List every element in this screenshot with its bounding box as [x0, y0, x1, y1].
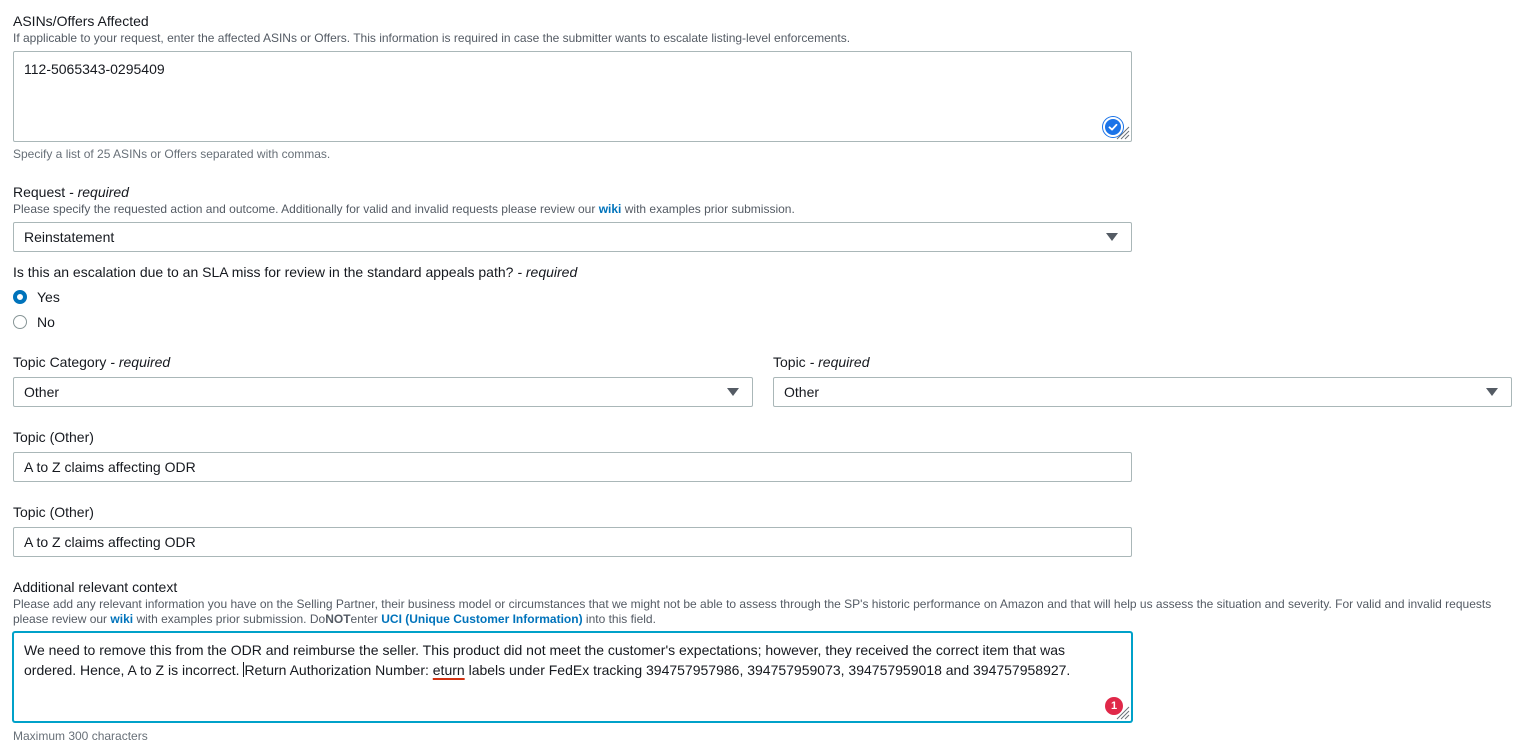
context-constraint: Maximum 300 characters [13, 729, 148, 743]
request-description-text: Please specify the requested action and … [13, 202, 596, 216]
asins-value: 112-5065343-0295409 [24, 61, 165, 77]
resize-handle-icon[interactable] [1114, 704, 1130, 720]
not-emphasis: NOT [325, 612, 351, 626]
radio-no-label: No [37, 314, 55, 330]
radio-button-checked[interactable] [13, 290, 27, 304]
asins-label: ASINs/Offers Affected [13, 13, 149, 29]
topic-other-label-1: Topic (Other) [13, 429, 94, 445]
required-marker: - required [517, 264, 578, 280]
topic-selected-value: Other [784, 384, 820, 400]
radio-yes-label: Yes [37, 289, 60, 305]
request-selected-value: Reinstatement [24, 229, 115, 245]
topic-category-label: Topic Category - required [13, 353, 170, 371]
context-description-enter: enter [350, 612, 378, 626]
request-description: Please specify the requested action and … [13, 202, 795, 217]
topic-label: Topic - required [773, 353, 870, 371]
topic-other-input-1[interactable]: A to Z claims affecting ODR [13, 452, 1132, 482]
request-select[interactable]: Reinstatement [13, 222, 1132, 252]
context-value-part-c: labels under FedEx tracking 394757957986… [468, 662, 1071, 678]
radio-no[interactable]: No [13, 313, 55, 331]
asins-textarea[interactable]: 112-5065343-0295409 [13, 51, 1132, 142]
context-description-suffix: into this field. [585, 612, 656, 626]
topic-category-selected-value: Other [24, 384, 60, 400]
context-value-line-1: We need to remove this from the ODR and … [24, 642, 1065, 658]
request-description-suffix: with examples prior submission. [624, 202, 795, 216]
asins-description: If applicable to your request, enter the… [13, 31, 851, 45]
caret-down-icon [1106, 233, 1118, 241]
topic-select[interactable]: Other [773, 377, 1512, 407]
topic-label-text: Topic [773, 354, 806, 370]
context-description: Please add any relevant information you … [13, 597, 1503, 627]
required-marker: - required [809, 354, 870, 370]
escalation-label-text: Is this an escalation due to an SLA miss… [13, 264, 514, 280]
context-description-mid: with examples prior submission. Do [136, 612, 326, 626]
request-label-text: Request [13, 184, 66, 200]
asins-constraint: Specify a list of 25 ASINs or Offers sep… [13, 147, 331, 161]
topic-other-label-2: Topic (Other) [13, 504, 94, 520]
topic-category-label-text: Topic Category [13, 354, 107, 370]
required-marker: - required [69, 184, 129, 200]
escalation-label: Is this an escalation due to an SLA miss… [13, 263, 577, 281]
topic-category-select[interactable]: Other [13, 377, 753, 407]
radio-yes[interactable]: Yes [13, 288, 60, 306]
request-label: Request - required [13, 183, 129, 201]
context-value-line-2: ordered. Hence, A to Z is incorrect. Ret… [24, 660, 1121, 680]
caret-down-icon [727, 388, 739, 396]
radio-button[interactable] [13, 315, 27, 329]
required-marker: - required [110, 354, 171, 370]
resize-handle-icon[interactable] [1114, 124, 1130, 140]
context-textarea[interactable]: We need to remove this from the ODR and … [13, 632, 1132, 722]
uci-link[interactable]: UCI (Unique Customer Information) [381, 612, 582, 626]
context-wiki-link[interactable]: wiki [110, 612, 133, 626]
context-value-part-a: ordered. Hence, A to Z is incorrect. [24, 662, 240, 678]
request-wiki-link[interactable]: wiki [599, 202, 622, 216]
context-value-part-b: Return Authorization Number: [244, 662, 429, 678]
topic-other-value-2: A to Z claims affecting ODR [24, 534, 196, 550]
misspelled-word[interactable]: eturn [433, 662, 465, 678]
topic-other-input-2[interactable]: A to Z claims affecting ODR [13, 527, 1132, 557]
context-label: Additional relevant context [13, 579, 178, 595]
topic-other-value-1: A to Z claims affecting ODR [24, 459, 196, 475]
caret-down-icon [1486, 388, 1498, 396]
